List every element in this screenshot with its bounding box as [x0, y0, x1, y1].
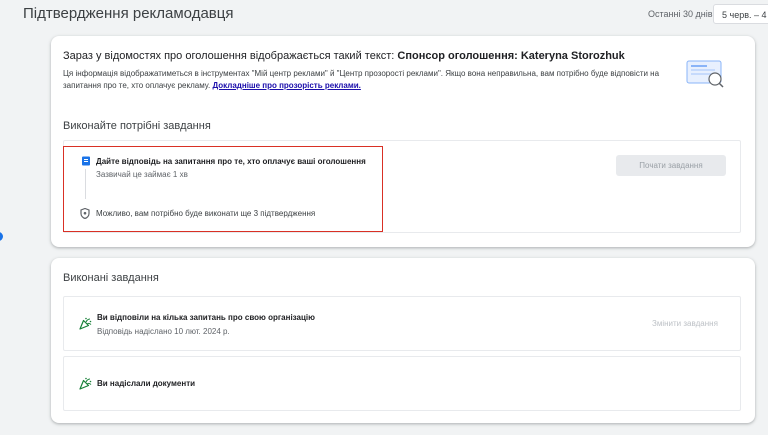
shield-icon: [80, 208, 90, 219]
top-bar: Підтвердження рекламодавця Останні 30 дн…: [0, 0, 768, 28]
page-title: Підтвердження рекламодавця: [23, 5, 234, 22]
task-duration: Зазвичай це займає 1 хв: [96, 170, 188, 179]
party-popper-icon: [79, 317, 92, 330]
verification-card: Зараз у відомостях про оголошення відобр…: [51, 36, 755, 247]
transparency-learn-more-link[interactable]: Докладніше про прозорість реклами.: [212, 81, 360, 90]
sponsor-info-value: Спонсор оголошення: Kateryna Storozhuk: [397, 50, 625, 62]
completed-tasks-title: Виконані завдання: [63, 272, 159, 284]
task-title[interactable]: Дайте відповідь на запитання про те, хто…: [96, 157, 366, 166]
party-popper-icon: [79, 377, 92, 390]
sponsor-info-text: Ця інформація відображатиметься в інстру…: [63, 69, 660, 90]
sponsor-info-description: Ця інформація відображатиметься в інстру…: [63, 68, 683, 92]
completed-task-title: Ви надіслали документи: [97, 379, 196, 388]
sponsor-info-title: Зараз у відомостях про оголошення відобр…: [63, 50, 625, 62]
completed-task-row: Ви надіслали документи: [63, 356, 741, 411]
completed-task-row: Ви відповіли на кілька запитань про свою…: [63, 296, 741, 351]
start-task-button[interactable]: Почати завдання: [616, 155, 726, 176]
date-range-selector[interactable]: 5 черв. – 4 лип.: [713, 4, 768, 24]
date-range-label: Останні 30 днів: [648, 9, 713, 19]
completed-task-date: Відповідь надіслано 10 лют. 2024 р.: [97, 327, 230, 336]
side-handle[interactable]: [0, 232, 3, 241]
additional-verifications-note: Можливо, вам потрібно буде виконати ще 3…: [96, 209, 316, 218]
completed-tasks-card: Виконані завдання Ви відповіли на кілька…: [51, 258, 755, 423]
sponsor-info-prefix: Зараз у відомостях про оголошення відобр…: [63, 50, 395, 62]
completed-task-title: Ви відповіли на кілька запитань про свою…: [97, 313, 315, 322]
ad-illustration-icon: [686, 60, 724, 88]
change-task-button[interactable]: Змінити завдання: [652, 319, 718, 328]
task-connector-line: [85, 169, 86, 199]
document-icon: [82, 156, 90, 166]
pending-tasks-title: Виконайте потрібні завдання: [63, 120, 211, 132]
